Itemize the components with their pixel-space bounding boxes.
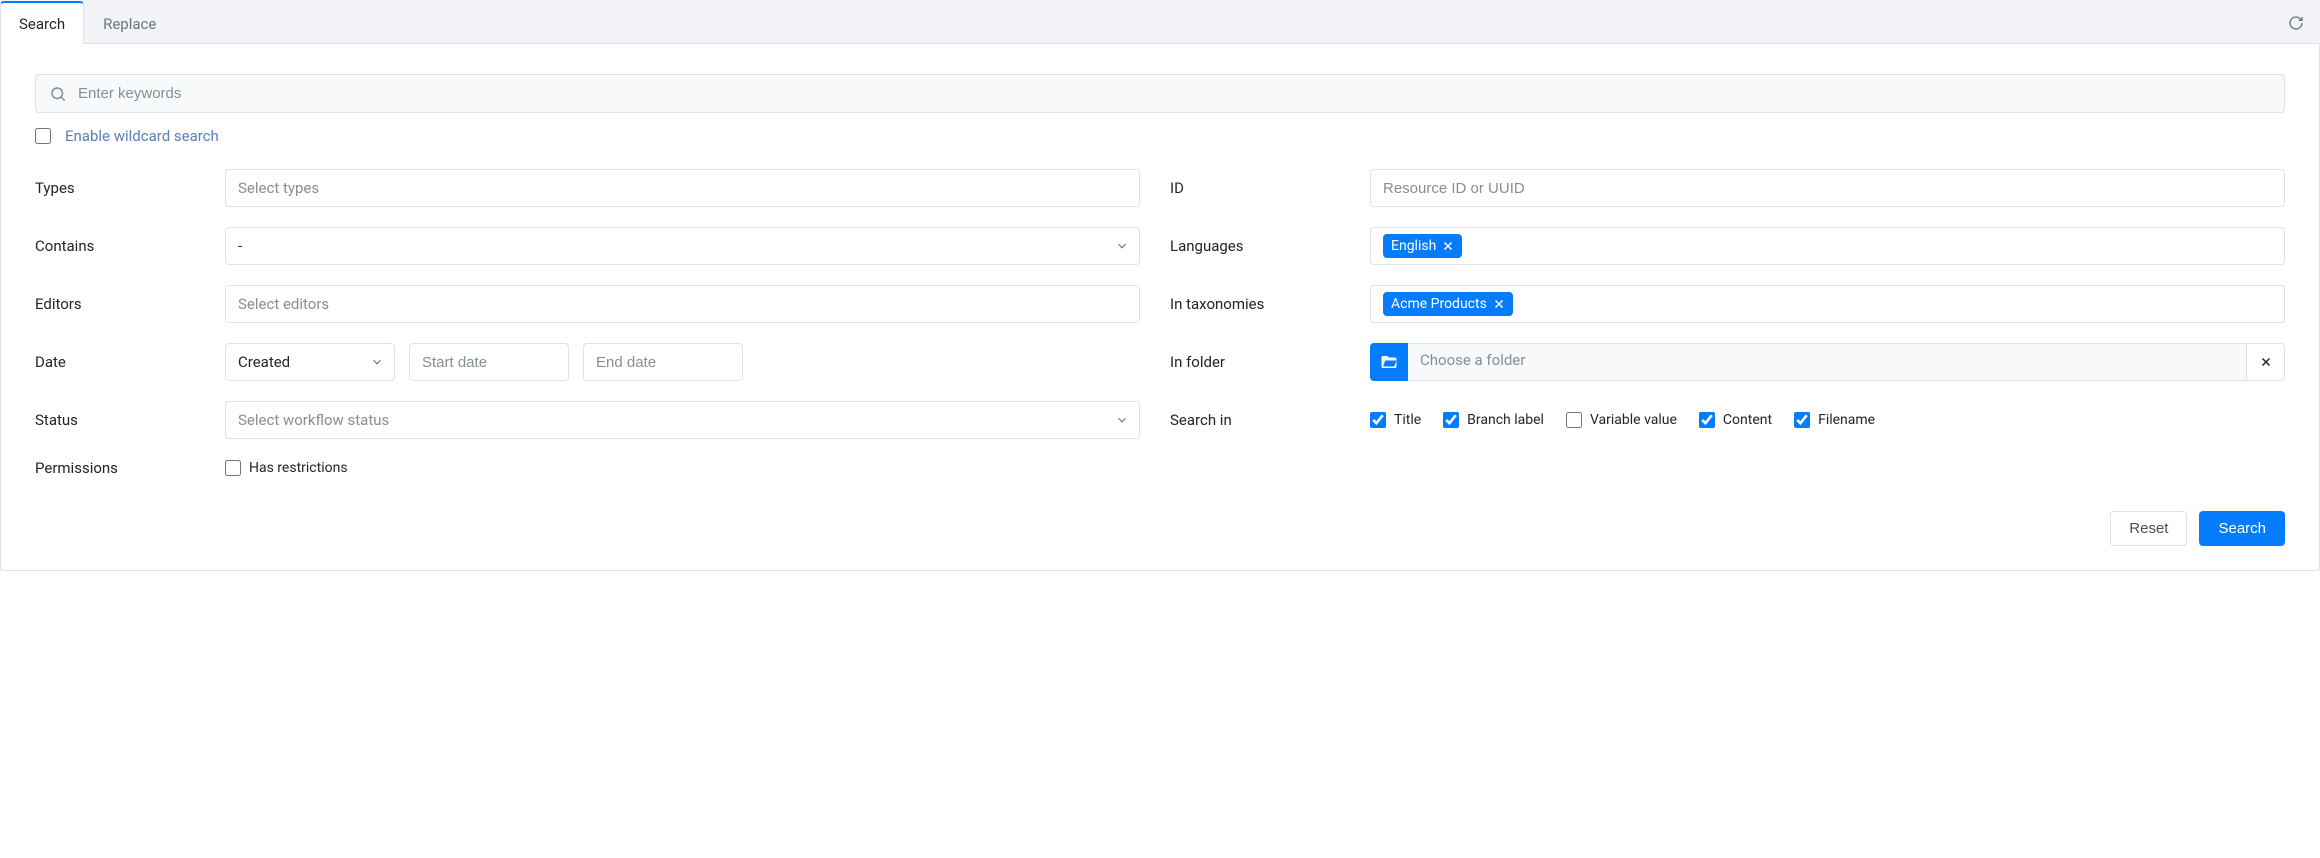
reset-button[interactable]: Reset [2110, 511, 2187, 546]
label-editors: Editors [35, 295, 195, 313]
taxonomy-chip[interactable]: Acme Products [1383, 292, 1513, 316]
search-button[interactable]: Search [2199, 511, 2285, 546]
types-select[interactable]: Select types [225, 169, 1140, 207]
date-row: Created [225, 343, 1140, 381]
tab-replace[interactable]: Replace [84, 2, 175, 44]
search-in-group: Title Branch label Variable value Conten… [1370, 412, 2285, 428]
label-contains: Contains [35, 237, 195, 255]
label-taxonomies: In taxonomies [1170, 295, 1340, 313]
label-languages: Languages [1170, 237, 1340, 255]
label-id: ID [1170, 179, 1340, 197]
tab-search[interactable]: Search [0, 1, 84, 44]
search-icon [49, 85, 67, 103]
contains-select[interactable]: - [225, 227, 1140, 265]
editors-select[interactable]: Select editors [225, 285, 1140, 323]
label-in-folder: In folder [1170, 353, 1340, 371]
chevron-down-icon [370, 355, 384, 369]
id-input[interactable] [1370, 169, 2285, 207]
search-in-content[interactable]: Content [1699, 412, 1772, 428]
end-date-input[interactable] [583, 343, 743, 381]
folder-clear-button[interactable] [2247, 343, 2285, 381]
close-icon[interactable] [1493, 298, 1505, 310]
keywords-field [35, 74, 2285, 113]
close-icon[interactable] [1442, 240, 1454, 252]
status-select[interactable]: Select workflow status [225, 401, 1140, 439]
taxonomies-select[interactable]: Acme Products [1370, 285, 2285, 323]
label-date: Date [35, 353, 195, 371]
language-chip[interactable]: English [1383, 234, 1462, 258]
search-in-branch[interactable]: Branch label [1443, 412, 1544, 428]
search-in-title[interactable]: Title [1370, 412, 1421, 428]
languages-select[interactable]: English [1370, 227, 2285, 265]
permissions-has-restrictions[interactable]: Has restrictions [225, 460, 348, 476]
refresh-icon[interactable] [2288, 15, 2304, 31]
search-in-variable[interactable]: Variable value [1566, 412, 1677, 428]
date-type-select[interactable]: Created [225, 343, 395, 381]
start-date-input[interactable] [409, 343, 569, 381]
folder-open-icon [1380, 353, 1398, 371]
search-in-filename[interactable]: Filename [1794, 412, 1875, 428]
folder-input[interactable]: Choose a folder [1408, 343, 2247, 381]
permissions-group: Has restrictions [225, 460, 1140, 476]
label-permissions: Permissions [35, 459, 195, 477]
chevron-down-icon [1115, 239, 1129, 253]
label-types: Types [35, 179, 195, 197]
label-status: Status [35, 411, 195, 429]
chevron-down-icon [1115, 413, 1129, 427]
wildcard-checkbox[interactable] [35, 128, 51, 144]
folder-browse-button[interactable] [1370, 343, 1408, 381]
tabs-bar: Search Replace [0, 0, 2320, 44]
label-search-in: Search in [1170, 411, 1340, 429]
keywords-input[interactable] [35, 74, 2285, 113]
folder-row: Choose a folder [1370, 343, 2285, 381]
wildcard-label: Enable wildcard search [65, 127, 219, 145]
search-panel: Enable wildcard search Types Select type… [0, 44, 2320, 571]
